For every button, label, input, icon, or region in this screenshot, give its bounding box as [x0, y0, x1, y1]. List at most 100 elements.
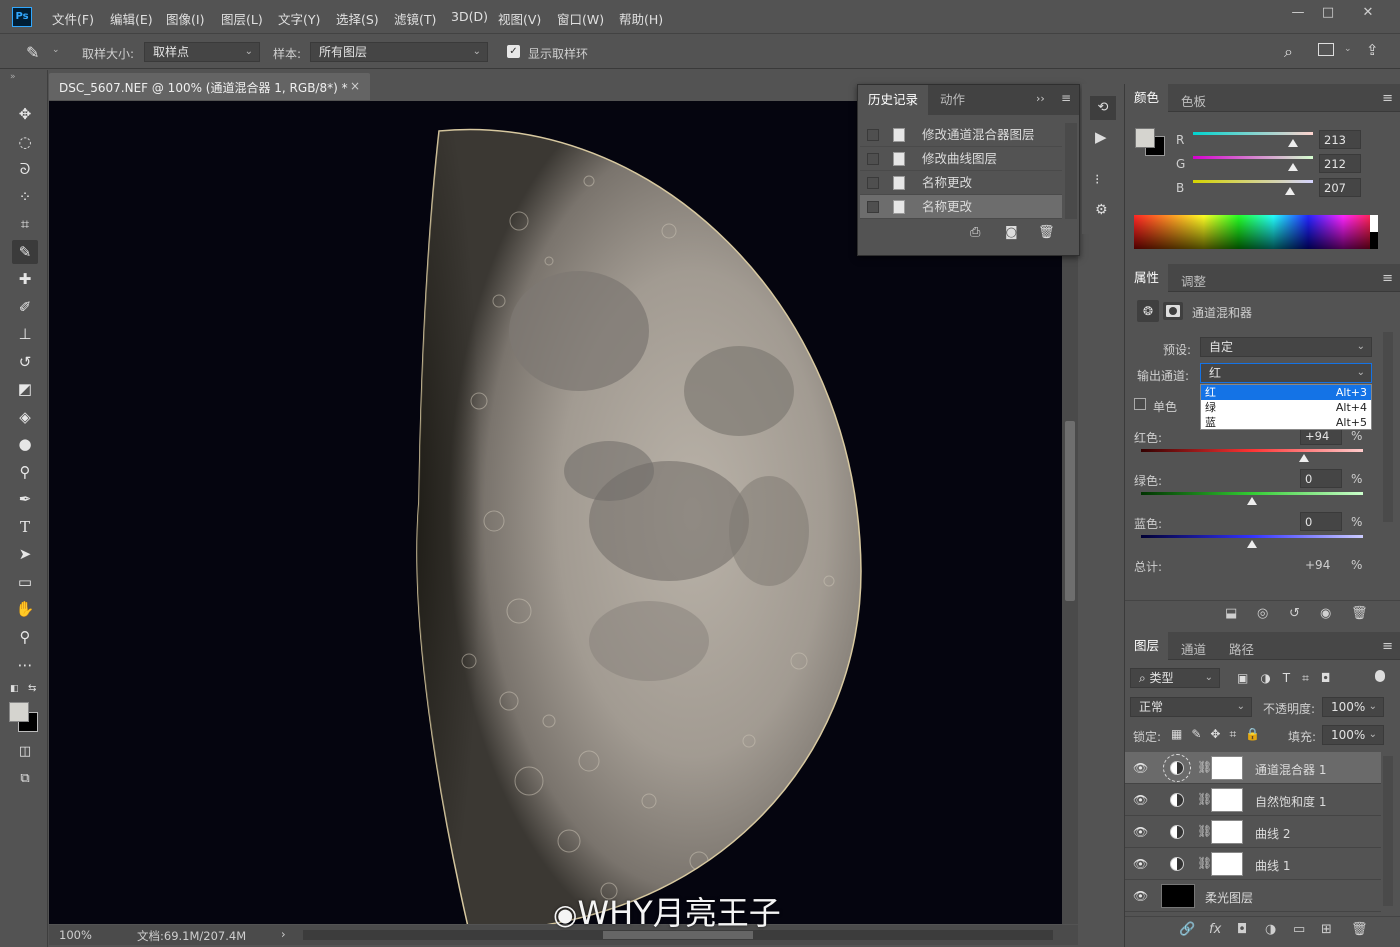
layer-row[interactable]: 👁 ⛓ 通道混合器 1: [1125, 752, 1381, 784]
history-item[interactable]: 名称更改: [860, 195, 1062, 219]
type-tool-icon[interactable]: T: [12, 515, 38, 539]
foreground-color-swatch[interactable]: [9, 702, 29, 722]
reset-icon[interactable]: ↺: [1289, 606, 1300, 621]
marquee-tool-icon[interactable]: ◌: [12, 130, 38, 154]
link-icon[interactable]: ⛓: [1197, 760, 1212, 774]
black-swatch[interactable]: [1370, 232, 1378, 249]
menu-help[interactable]: 帮助(H): [619, 9, 663, 28]
sample-select[interactable]: 所有图层 ⌄: [310, 42, 488, 62]
expand-icon[interactable]: ››: [1036, 92, 1045, 105]
panel-menu-icon[interactable]: ≡: [1061, 91, 1071, 105]
healing-brush-tool-icon[interactable]: ✚: [12, 267, 38, 291]
r-slider[interactable]: [1193, 132, 1313, 135]
new-group-icon[interactable]: ▭: [1293, 922, 1305, 937]
more-tools-icon[interactable]: ⋯: [12, 653, 38, 677]
adjustments-icon[interactable]: ⚙: [1095, 202, 1108, 218]
paint-bucket-tool-icon[interactable]: ◈: [12, 405, 38, 429]
tab-adjustments[interactable]: 调整: [1181, 271, 1206, 290]
eye-icon[interactable]: 👁: [1133, 857, 1148, 871]
menu-filter[interactable]: 滤镜(T): [394, 9, 436, 28]
crop-tool-icon[interactable]: ⌗: [12, 212, 38, 236]
tab-channels[interactable]: 通道: [1181, 639, 1206, 658]
preset-select[interactable]: 自定 ⌄: [1200, 337, 1372, 357]
quick-select-tool-icon[interactable]: ⁘: [12, 185, 38, 209]
new-document-icon[interactable]: ⎙: [970, 225, 980, 240]
quick-mask-icon[interactable]: ◫: [12, 740, 38, 764]
menu-view[interactable]: 视图(V): [498, 9, 541, 28]
tab-paths[interactable]: 路径: [1229, 639, 1254, 658]
opacity-input[interactable]: 100% ⌄: [1322, 697, 1384, 717]
layer-filter-icons[interactable]: ▣◑T⌗◘: [1237, 671, 1342, 686]
filter-toggle-icon[interactable]: [1375, 670, 1385, 682]
move-tool-icon[interactable]: ✥: [12, 102, 38, 126]
share-icon[interactable]: ⇪: [1366, 41, 1379, 59]
panel-menu-icon[interactable]: ≡: [1382, 639, 1393, 654]
dropdown-option-green[interactable]: 绿 Alt+4: [1201, 400, 1371, 415]
close-window-button[interactable]: ✕: [1356, 4, 1380, 22]
link-layers-icon[interactable]: 🔗: [1179, 922, 1195, 937]
white-swatch[interactable]: [1370, 215, 1378, 232]
blue-slider[interactable]: [1141, 535, 1363, 538]
output-channel-select[interactable]: 红 ⌄: [1200, 363, 1372, 383]
swap-colors-icon[interactable]: ⇆: [28, 683, 36, 694]
eraser-tool-icon[interactable]: ◩: [12, 377, 38, 401]
monochrome-checkbox[interactable]: [1134, 398, 1146, 410]
link-icon[interactable]: ⛓: [1197, 824, 1212, 838]
history-checkbox[interactable]: [867, 129, 879, 141]
dodge-tool-icon[interactable]: ⚲: [12, 460, 38, 484]
eyedropper-tool-icon[interactable]: ✎: [12, 240, 38, 264]
layer-thumbnail[interactable]: [1161, 884, 1195, 908]
layer-mask-thumbnail[interactable]: [1211, 788, 1243, 812]
add-mask-icon[interactable]: ◘: [1237, 922, 1247, 937]
visibility-icon[interactable]: ◉: [1320, 606, 1331, 621]
fill-input[interactable]: 100% ⌄: [1322, 725, 1384, 745]
history-checkbox[interactable]: [867, 153, 879, 165]
dropdown-option-blue[interactable]: 蓝 Alt+5: [1201, 415, 1371, 430]
chevron-down-icon[interactable]: ⌄: [52, 45, 60, 55]
document-tab[interactable]: DSC_5607.NEF @ 100% (通道混合器 1, RGB/8*) * …: [49, 73, 370, 100]
actions-panel-icon[interactable]: ▶: [1095, 128, 1107, 146]
red-slider-thumb[interactable]: [1299, 454, 1310, 462]
red-slider[interactable]: [1141, 449, 1363, 452]
layer-mask-thumbnail[interactable]: [1211, 820, 1243, 844]
dropdown-option-red[interactable]: 红 Alt+3: [1201, 385, 1371, 400]
stamp-tool-icon[interactable]: ⊥: [12, 322, 38, 346]
history-panel-icon[interactable]: ⟲: [1090, 96, 1116, 120]
blue-slider-thumb[interactable]: [1247, 540, 1257, 548]
g-slider[interactable]: [1193, 156, 1313, 159]
channel-mixer-icon[interactable]: ❂: [1137, 300, 1159, 322]
sample-size-select[interactable]: 取样点 ⌄: [144, 42, 260, 62]
b-slider-thumb[interactable]: [1285, 187, 1296, 195]
r-value[interactable]: 213: [1319, 130, 1361, 149]
link-icon[interactable]: ⛓: [1197, 856, 1212, 870]
menu-type[interactable]: 文字(Y): [278, 9, 320, 28]
history-item[interactable]: 修改通道混合器图层: [860, 123, 1062, 147]
layer-mask-thumbnail[interactable]: [1211, 852, 1243, 876]
blue-value[interactable]: 0: [1300, 512, 1342, 531]
search-icon[interactable]: ⌕: [1284, 42, 1293, 62]
screen-mode-icon[interactable]: ⧉: [12, 767, 38, 791]
workspace-icon[interactable]: [1318, 43, 1334, 56]
blur-tool-icon[interactable]: ●: [12, 432, 38, 456]
eyedropper-icon[interactable]: ✎: [26, 43, 39, 62]
green-value[interactable]: 0: [1300, 469, 1342, 488]
new-layer-icon[interactable]: ⊞: [1321, 922, 1332, 937]
tab-swatches[interactable]: 色板: [1181, 91, 1206, 110]
menu-image[interactable]: 图像(I): [166, 9, 204, 28]
green-slider-thumb[interactable]: [1247, 497, 1257, 505]
g-value[interactable]: 212: [1319, 154, 1361, 173]
hand-tool-icon[interactable]: ✋: [12, 597, 38, 621]
zoom-level[interactable]: 100%: [59, 928, 92, 942]
layer-row[interactable]: 👁 柔光图层: [1125, 880, 1381, 912]
layer-row[interactable]: 👁 ⛓ 曲线 2: [1125, 816, 1381, 848]
maximize-button[interactable]: □: [1316, 4, 1340, 22]
eye-icon[interactable]: 👁: [1133, 825, 1148, 839]
tab-history[interactable]: 历史记录: [858, 85, 929, 115]
zoom-tool-icon[interactable]: ⚲: [12, 625, 38, 649]
chevron-down-icon[interactable]: ⌄: [1344, 44, 1352, 54]
fx-icon[interactable]: fx: [1209, 922, 1221, 937]
lock-icons[interactable]: ▦✎✥⌗🔒: [1171, 727, 1269, 742]
show-ring-checkbox[interactable]: ✓: [507, 45, 520, 58]
rectangle-tool-icon[interactable]: ▭: [12, 570, 38, 594]
blend-mode-select[interactable]: 正常 ⌄: [1130, 697, 1252, 717]
